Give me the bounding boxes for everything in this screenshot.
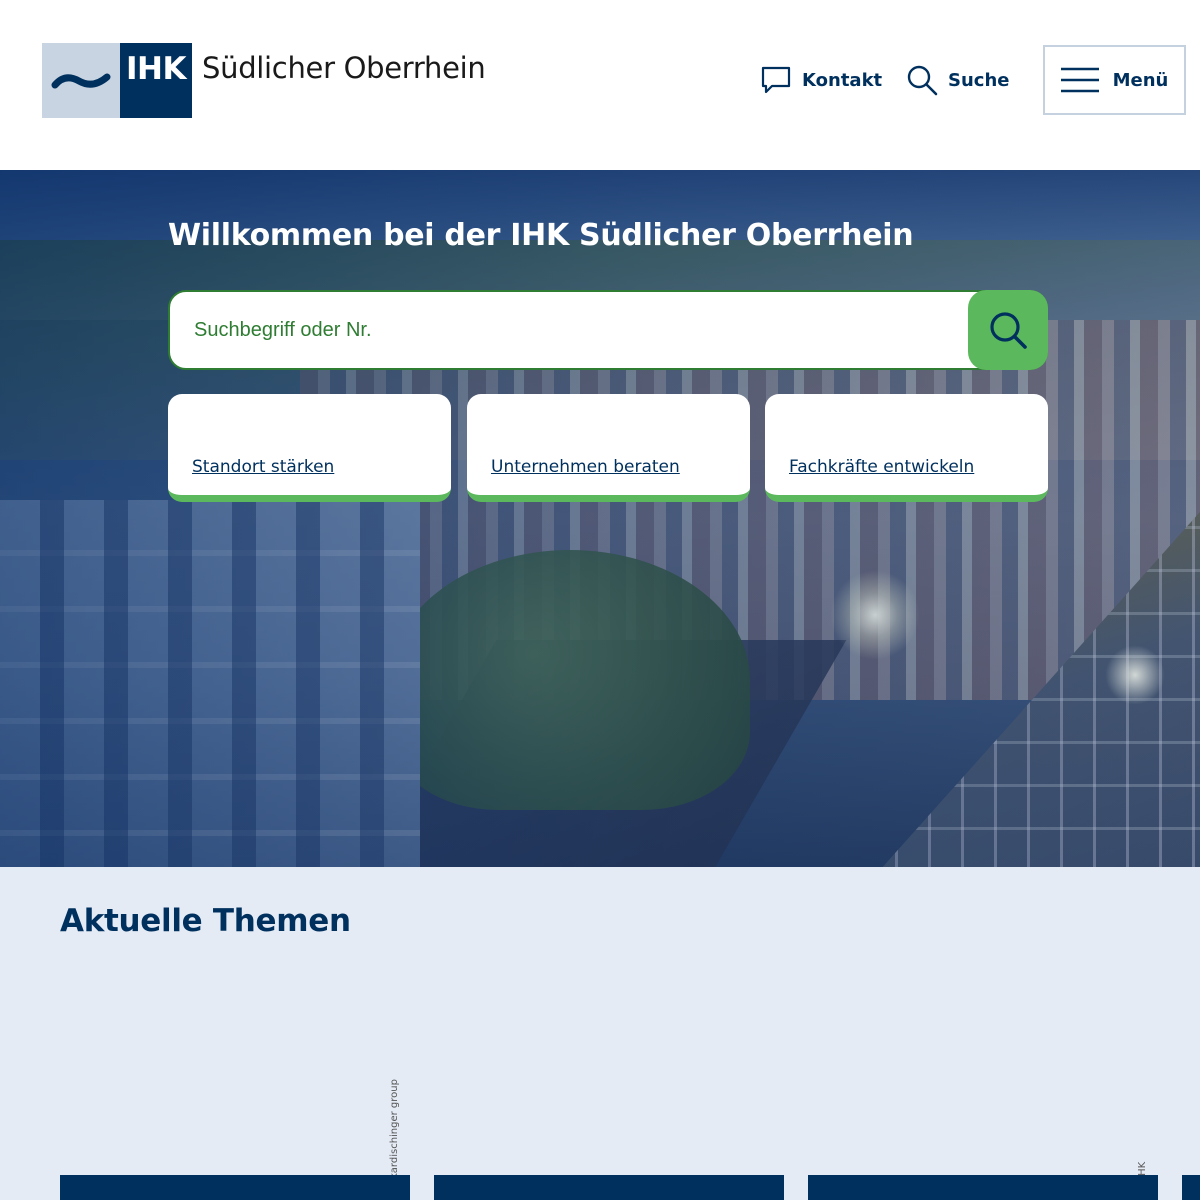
quick-link-label: Unternehmen beraten bbox=[491, 457, 680, 477]
hero-overlay bbox=[0, 170, 1200, 867]
nav-kontakt-link[interactable]: Kontakt bbox=[760, 62, 882, 98]
chat-bubble-icon bbox=[761, 66, 791, 94]
quick-link-standort[interactable]: Standort stärken bbox=[168, 394, 451, 502]
nav-suche-link[interactable]: Suche bbox=[906, 62, 1009, 98]
quick-link-unternehmen[interactable]: Unternehmen beraten bbox=[467, 394, 750, 502]
ihk-logo[interactable]: IHK Südlicher Oberrhein bbox=[42, 43, 486, 118]
topics-title: Aktuelle Themen bbox=[60, 903, 351, 939]
logo-name: Südlicher Oberrhein bbox=[202, 51, 486, 85]
nav-kontakt-label: Kontakt bbox=[802, 69, 883, 91]
wave-icon bbox=[42, 43, 120, 118]
topic-card[interactable] bbox=[60, 1175, 410, 1200]
nav-suche-label: Suche bbox=[948, 69, 1010, 91]
hero-section: Willkommen bei der IHK Südlicher Oberrhe… bbox=[0, 170, 1200, 867]
topics-section: Aktuelle Themen © kardischinger group © … bbox=[0, 867, 1200, 1200]
topic-card[interactable] bbox=[434, 1175, 784, 1200]
search-icon bbox=[907, 65, 938, 96]
quick-link-fachkraefte[interactable]: Fachkräfte entwickeln bbox=[765, 394, 1048, 502]
quick-link-label: Fachkräfte entwickeln bbox=[789, 457, 975, 477]
logo-ihk-text: IHK bbox=[120, 43, 192, 118]
logo-mark: IHK bbox=[42, 43, 192, 118]
hero-title: Willkommen bei der IHK Südlicher Oberrhe… bbox=[168, 218, 914, 253]
search-input[interactable] bbox=[194, 292, 954, 368]
search-icon bbox=[990, 312, 1027, 349]
site-header: IHK Südlicher Oberrhein Kontakt Suche Me… bbox=[0, 0, 1200, 170]
topic-card[interactable] bbox=[808, 1175, 1158, 1200]
topic-card[interactable] bbox=[1182, 1175, 1200, 1200]
search-submit-button[interactable] bbox=[968, 290, 1048, 370]
quick-link-label: Standort stärken bbox=[192, 457, 335, 477]
hero-search-box bbox=[168, 290, 1048, 370]
menu-button[interactable]: Menü bbox=[1043, 45, 1186, 115]
quick-links: Standort stärken Unternehmen beraten Fac… bbox=[168, 394, 1048, 502]
hamburger-icon bbox=[1060, 67, 1099, 93]
menu-button-label: Menü bbox=[1112, 69, 1169, 91]
